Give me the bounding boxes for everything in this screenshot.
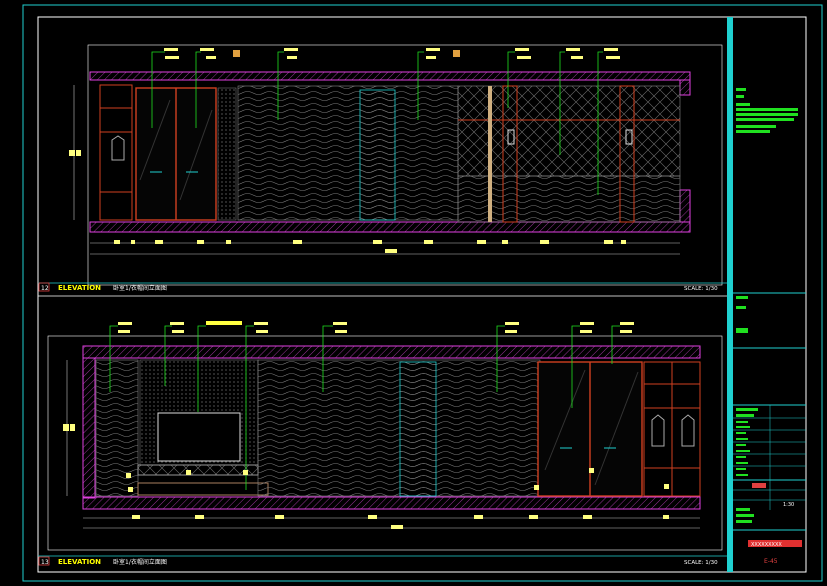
- elevation-13-scale: SCALE: 1/30: [684, 560, 718, 566]
- elevation-13-number: 13: [41, 559, 49, 566]
- sheet-marker: [752, 483, 766, 488]
- title-block-divider: [727, 17, 733, 572]
- elevation-12-subtitle: 卧室1/衣帽间立面图: [113, 284, 167, 292]
- cad-drawing-sheet: 12 ELEVATION 卧室1/衣帽间立面图 SCALE: 1/30 13 E…: [22, 4, 823, 582]
- elevation-12-number: 12: [41, 285, 49, 292]
- project-stamp-text: XXXXXXXXX: [751, 542, 782, 548]
- elevation-13-drawing: [47, 335, 723, 551]
- sheet-number: E-45: [764, 558, 778, 565]
- elevation-12-title: ELEVATION: [58, 284, 101, 292]
- scale-value: 1:30: [783, 502, 794, 508]
- elevation-13-subtitle: 卧室1/衣帽间立面图: [113, 558, 167, 566]
- elevation-13-title: ELEVATION: [58, 558, 101, 566]
- elevation-13-title-bar: 13 ELEVATION 卧室1/衣帽间立面图 SCALE: 1/30: [38, 555, 727, 566]
- title-block: 1:30 XXXXXXXXX E-45: [733, 88, 806, 565]
- elevation-12-scale: SCALE: 1/30: [684, 286, 718, 292]
- elevation-12-title-bar: 12 ELEVATION 卧室1/衣帽间立面图 SCALE: 1/30: [38, 282, 727, 292]
